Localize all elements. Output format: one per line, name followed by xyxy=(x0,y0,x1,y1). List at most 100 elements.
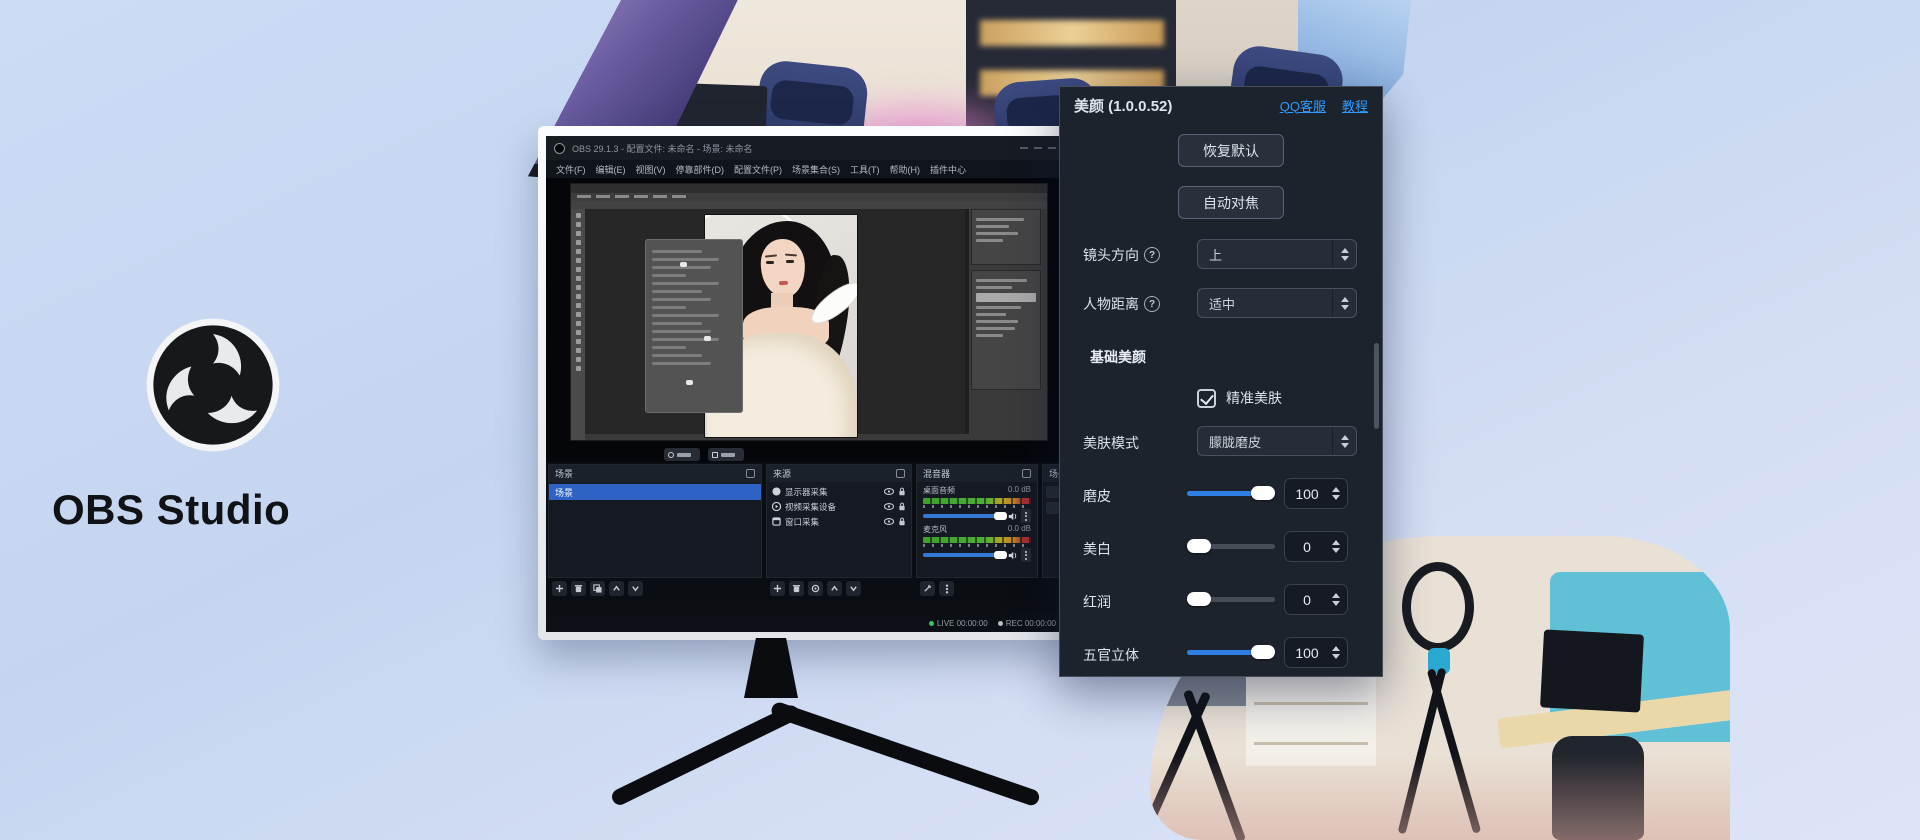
menu-view[interactable]: 视图(V) xyxy=(632,163,670,176)
add-source-button[interactable] xyxy=(770,581,785,596)
move-scene-down-button[interactable] xyxy=(628,581,643,596)
dock-config-icon[interactable] xyxy=(746,469,755,478)
beauty-panel-title: 美颜 (1.0.0.52) xyxy=(1074,95,1172,116)
whitening-spinbox[interactable]: 0 xyxy=(1284,531,1348,562)
camera-direction-select[interactable]: 上 xyxy=(1197,239,1357,269)
help-icon[interactable]: ? xyxy=(1144,247,1160,263)
volume-slider[interactable] xyxy=(923,550,1031,560)
spin-down-icon[interactable] xyxy=(1332,495,1340,500)
obs-docks: 场景 场景 来源 显示器采集 视频采集设备 窗口采集 xyxy=(546,462,1064,600)
move-source-up-button[interactable] xyxy=(827,581,842,596)
source-row[interactable]: 显示器采集 xyxy=(767,484,911,499)
kebab-menu-icon[interactable] xyxy=(1021,509,1031,523)
menu-file[interactable]: 文件(F) xyxy=(552,163,590,176)
slider-thumb[interactable] xyxy=(1187,539,1211,553)
source-row[interactable]: 窗口采集 xyxy=(767,514,911,529)
spin-up-icon[interactable] xyxy=(1332,646,1340,651)
chevron-down-icon xyxy=(1341,443,1349,448)
spin-up-icon[interactable] xyxy=(1332,487,1340,492)
select-spinner[interactable] xyxy=(1332,289,1356,317)
face-3d-label: 五官立体 xyxy=(1083,645,1139,665)
source-row[interactable]: 视频采集设备 xyxy=(767,499,911,514)
precise-skin-checkbox-row[interactable]: 精准美肤 xyxy=(1197,388,1282,408)
editor-right-panels xyxy=(971,209,1041,434)
dock-config-icon[interactable] xyxy=(896,469,905,478)
scene-list-item-selected[interactable]: 场景 xyxy=(549,484,761,500)
speaker-icon[interactable] xyxy=(1008,512,1017,521)
remove-source-button[interactable] xyxy=(789,581,804,596)
editor-floating-panel xyxy=(645,239,743,413)
transition-duration[interactable] xyxy=(1046,502,1059,514)
lock-icon[interactable] xyxy=(898,517,906,526)
add-scene-button[interactable] xyxy=(552,581,567,596)
person-distance-select[interactable]: 适中 xyxy=(1197,288,1357,318)
select-spinner[interactable] xyxy=(1332,240,1356,268)
skin-mode-select[interactable]: 朦胧磨皮 xyxy=(1197,426,1357,456)
lock-icon[interactable] xyxy=(898,502,906,511)
obs-preview-area[interactable] xyxy=(546,178,1064,448)
remove-scene-button[interactable] xyxy=(571,581,586,596)
rosy-slider[interactable] xyxy=(1187,592,1275,606)
restore-defaults-button[interactable]: 恢复默认 xyxy=(1178,134,1284,167)
lock-icon[interactable] xyxy=(898,487,906,496)
editor-optionsbar xyxy=(571,201,1047,209)
move-source-down-button[interactable] xyxy=(846,581,861,596)
duplicate-scene-button[interactable] xyxy=(590,581,605,596)
mixer-options-button[interactable] xyxy=(939,581,954,596)
face-3d-slider[interactable] xyxy=(1187,645,1275,659)
eye-icon[interactable] xyxy=(884,503,894,510)
speaker-icon[interactable] xyxy=(1008,551,1017,560)
spin-up-icon[interactable] xyxy=(1332,593,1340,598)
chevron-up-icon xyxy=(1341,248,1349,253)
rosy-spinbox[interactable]: 0 xyxy=(1284,584,1348,615)
eye-icon[interactable] xyxy=(884,488,894,495)
smoothing-spinbox[interactable]: 100 xyxy=(1284,478,1348,509)
select-spinner[interactable] xyxy=(1332,427,1356,455)
whitening-slider[interactable] xyxy=(1187,539,1275,553)
menu-profile[interactable]: 配置文件(P) xyxy=(730,163,786,176)
editor-scrollbar[interactable] xyxy=(965,209,969,434)
tutorial-link[interactable]: 教程 xyxy=(1342,96,1368,115)
spin-down-icon[interactable] xyxy=(1332,548,1340,553)
mixer-filters-button[interactable] xyxy=(920,581,935,596)
slider-thumb[interactable] xyxy=(1251,645,1275,659)
preview-tab-1[interactable] xyxy=(664,448,700,461)
menu-plugin-center[interactable]: 插件中心 xyxy=(926,163,970,176)
editor-toolbar xyxy=(571,209,585,440)
menu-tools[interactable]: 工具(T) xyxy=(846,163,884,176)
spin-down-icon[interactable] xyxy=(1332,601,1340,606)
menu-help[interactable]: 帮助(H) xyxy=(886,163,925,176)
camera-direction-label: 镜头方向 ? xyxy=(1083,245,1160,265)
source-properties-button[interactable] xyxy=(808,581,823,596)
panel-scrollbar[interactable] xyxy=(1374,343,1379,429)
kebab-menu-icon[interactable] xyxy=(1021,548,1031,562)
volume-knob[interactable] xyxy=(994,512,1007,520)
menu-docks[interactable]: 停靠部件(D) xyxy=(672,163,729,176)
eye-icon[interactable] xyxy=(884,518,894,525)
volume-knob[interactable] xyxy=(994,551,1007,559)
autofocus-button[interactable]: 自动对焦 xyxy=(1178,186,1284,219)
face-3d-spinbox[interactable]: 100 xyxy=(1284,637,1348,668)
rosy-label: 红润 xyxy=(1083,592,1111,612)
move-scene-up-button[interactable] xyxy=(609,581,624,596)
help-icon[interactable]: ? xyxy=(1144,296,1160,312)
obs-titlebar[interactable]: OBS 29.1.3 - 配置文件: 未命名 - 场景: 未命名 xyxy=(546,136,1064,160)
menu-edit[interactable]: 编辑(E) xyxy=(592,163,630,176)
smoothing-slider[interactable] xyxy=(1187,486,1275,500)
preview-tab-2[interactable] xyxy=(708,448,744,461)
spin-up-icon[interactable] xyxy=(1332,540,1340,545)
window-controls[interactable] xyxy=(1020,147,1056,149)
slider-thumb[interactable] xyxy=(1251,486,1275,500)
qq-support-link[interactable]: QQ客服 xyxy=(1280,96,1326,115)
sources-dock: 来源 显示器采集 视频采集设备 窗口采集 xyxy=(766,464,912,578)
menu-scene-collection[interactable]: 场景集合(S) xyxy=(788,163,844,176)
dock-config-icon[interactable] xyxy=(1022,469,1031,478)
spin-down-icon[interactable] xyxy=(1332,654,1340,659)
checkbox-checked-icon[interactable] xyxy=(1197,389,1216,408)
editor-layers-panel xyxy=(971,270,1041,390)
transition-dropdown[interactable] xyxy=(1046,486,1059,498)
chevron-up-icon xyxy=(1341,297,1349,302)
volume-slider[interactable] xyxy=(923,511,1031,521)
slider-thumb[interactable] xyxy=(1187,592,1211,606)
monitor-stand-neck xyxy=(744,638,798,698)
